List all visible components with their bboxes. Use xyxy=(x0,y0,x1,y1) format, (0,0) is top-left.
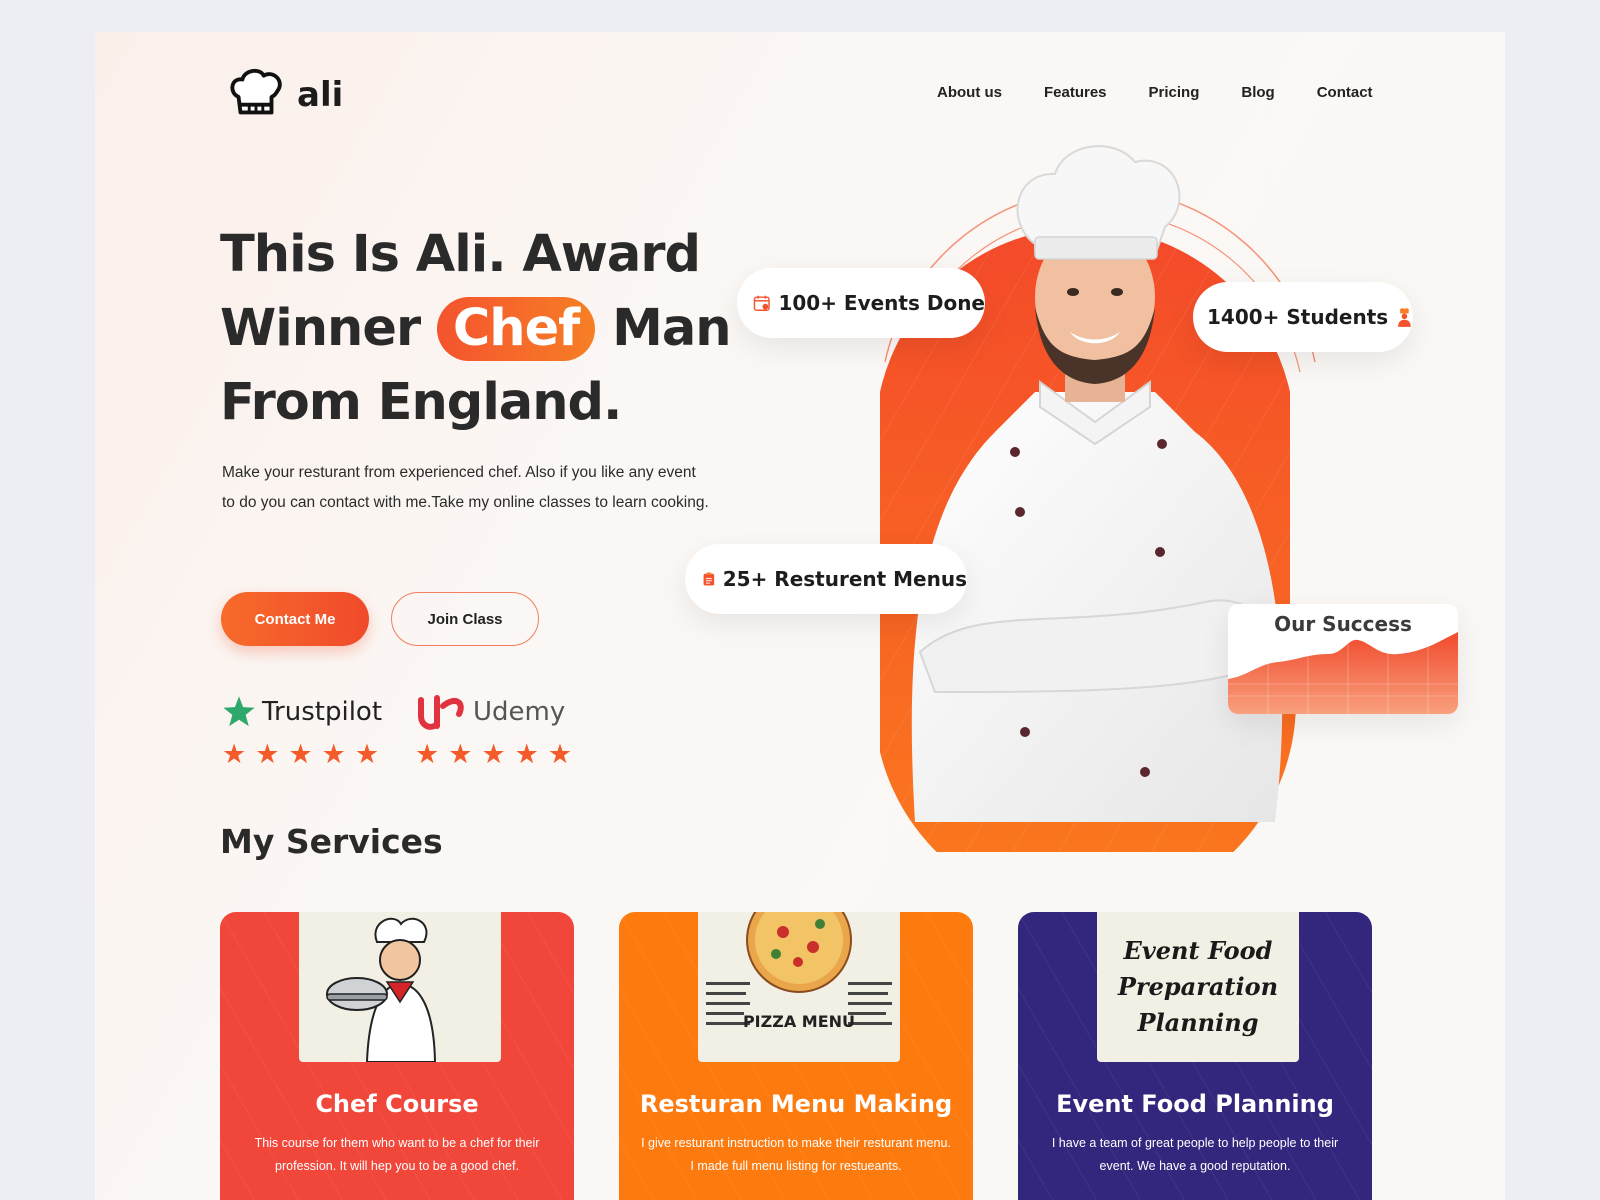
event-food-image: Event Food Preparation Planning xyxy=(1097,912,1299,1062)
star-icon: ★ xyxy=(255,739,280,769)
hero-chef-visual xyxy=(735,132,1495,913)
students-stat-label: 1400+ Students xyxy=(1207,305,1389,329)
our-success-card: Our Success xyxy=(1228,604,1458,714)
chef-hat-icon xyxy=(230,68,282,115)
star-icon: ★ xyxy=(514,739,539,769)
menu-making-image: PIZZA MENU xyxy=(698,912,900,1062)
service-card-menu-making[interactable]: PIZZA MENU Resturan Menu Making I give r… xyxy=(619,912,973,1200)
trustpilot-brand: Trustpilot xyxy=(222,692,382,732)
events-stat: 100+ Events Done xyxy=(737,268,985,338)
chef-photo xyxy=(880,145,1316,913)
hero-description: Make your resturant from experienced che… xyxy=(222,464,709,511)
nav-about-us[interactable]: About us xyxy=(937,84,1002,101)
menu-making-title: Resturan Menu Making xyxy=(639,1090,953,1118)
events-stat-label: 100+ Events Done xyxy=(778,291,985,315)
udemy-brand: Udemy xyxy=(415,692,572,732)
service-card-chef-course[interactable]: Chef Course This course for them who wan… xyxy=(220,912,574,1200)
chef-student-icon xyxy=(1398,308,1411,327)
hero-title-line2-suffix: Man xyxy=(612,299,731,358)
pizza-menu-text: PIZZA MENU xyxy=(743,1012,855,1031)
pizza-menu-illustration: PIZZA MENU xyxy=(706,912,892,1031)
star-icon: ★ xyxy=(415,739,440,769)
chef-course-title: Chef Course xyxy=(315,1090,479,1118)
brand-logo[interactable]: ali xyxy=(225,64,343,126)
event-food-image-text: Event Food Preparation Planning xyxy=(1117,936,1279,1037)
trustpilot-rating[interactable]: Trustpilot ★ ★ ★ ★ ★ xyxy=(222,692,382,768)
menus-stat: 25+ Resturent Menus xyxy=(685,544,967,614)
chef-cartoon-illustration xyxy=(326,917,437,1062)
landing-page: ali About us Features Pricing Blog Conta… xyxy=(95,32,1505,1200)
students-stat: 1400+ Students xyxy=(1193,282,1413,352)
success-area-chart xyxy=(1228,632,1458,714)
menus-stat-label: 25+ Resturent Menus xyxy=(722,567,967,591)
hero-title-line3: From England. xyxy=(220,373,622,432)
trustpilot-stars: ★ ★ ★ ★ ★ xyxy=(222,740,382,768)
star-icon: ★ xyxy=(222,739,247,769)
hero-title-highlight: Chef xyxy=(436,297,596,361)
event-food-title: Event Food Planning xyxy=(1056,1090,1334,1118)
contact-me-button[interactable]: Contact Me xyxy=(221,592,369,646)
hero-title-line2-prefix: Winner xyxy=(220,299,421,358)
trustpilot-star-icon xyxy=(223,696,255,727)
udemy-logo-icon xyxy=(418,695,464,730)
chef-course-description: This course for them who want to be a ch… xyxy=(254,1136,540,1173)
event-food-description: I have a team of great people to help pe… xyxy=(1051,1136,1339,1173)
star-icon: ★ xyxy=(448,739,473,769)
udemy-rating[interactable]: Udemy ★ ★ ★ ★ ★ xyxy=(415,692,572,768)
hero-title-line1: This Is Ali. Award xyxy=(220,225,701,284)
udemy-name: Udemy xyxy=(473,697,566,727)
star-icon: ★ xyxy=(481,739,506,769)
nav-contact[interactable]: Contact xyxy=(1317,84,1373,101)
udemy-stars: ★ ★ ★ ★ ★ xyxy=(415,740,572,768)
chef-course-image xyxy=(299,912,501,1062)
star-icon: ★ xyxy=(288,739,313,769)
calendar-check-icon xyxy=(753,295,770,311)
service-card-event-food[interactable]: Event Food Preparation Planning Event Fo… xyxy=(1018,912,1372,1200)
star-icon: ★ xyxy=(321,739,346,769)
main-nav: About us Features Pricing Blog Contact xyxy=(937,84,1373,101)
nav-pricing[interactable]: Pricing xyxy=(1149,84,1200,101)
brand-name: ali xyxy=(297,75,344,115)
trustpilot-name: Trustpilot xyxy=(262,697,383,727)
clipboard-menu-icon xyxy=(703,572,715,586)
menu-making-description: I give resturant instruction to make the… xyxy=(641,1136,951,1173)
star-icon: ★ xyxy=(547,739,573,769)
nav-blog[interactable]: Blog xyxy=(1241,84,1274,101)
star-icon: ★ xyxy=(354,739,380,769)
join-class-button[interactable]: Join Class xyxy=(391,592,539,646)
services-title: My Services xyxy=(220,822,443,861)
nav-features[interactable]: Features xyxy=(1044,84,1107,101)
